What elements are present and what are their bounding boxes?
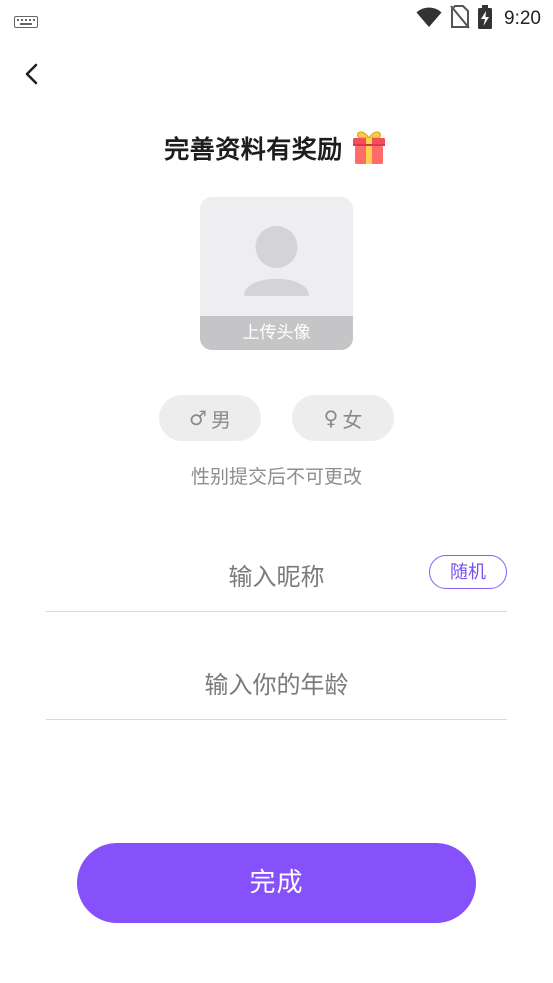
status-icons: 9:20 [416, 4, 541, 34]
title-row: 完善资料有奖励 [0, 124, 553, 172]
keyboard-icon [14, 13, 38, 32]
chevron-left-icon [23, 63, 41, 89]
gender-female-label: 女 [342, 407, 363, 432]
nickname-field-row: 随机 [46, 543, 507, 612]
avatar-upload[interactable]: 上传头像 [200, 197, 353, 350]
back-button[interactable] [14, 58, 50, 94]
gender-note: 性别提交后不可更改 [190, 466, 362, 488]
wifi-icon [416, 6, 442, 32]
status-bar: 9:20 [0, 0, 553, 38]
age-field-row [46, 651, 507, 720]
random-nickname-button[interactable]: 随机 [429, 555, 507, 589]
gender-female-button[interactable]: ♀ 女 [292, 395, 394, 441]
avatar-upload-label: 上传头像 [200, 316, 353, 350]
gender-selector: ♂ 男 ♀ 女 [0, 395, 553, 441]
gender-male-label: 男 [210, 407, 231, 432]
done-button[interactable]: 完成 [77, 843, 476, 923]
battery-charging-icon [478, 5, 493, 33]
female-symbol-icon: ♀ [323, 406, 339, 430]
age-input[interactable] [46, 651, 507, 719]
page-title: 完善资料有奖励 [164, 135, 343, 164]
no-sim-icon [450, 5, 470, 33]
gift-icon [349, 126, 389, 170]
male-symbol-icon: ♂ [189, 406, 207, 430]
gender-male-button[interactable]: ♂ 男 [159, 395, 261, 441]
status-time: 9:20 [504, 8, 541, 29]
